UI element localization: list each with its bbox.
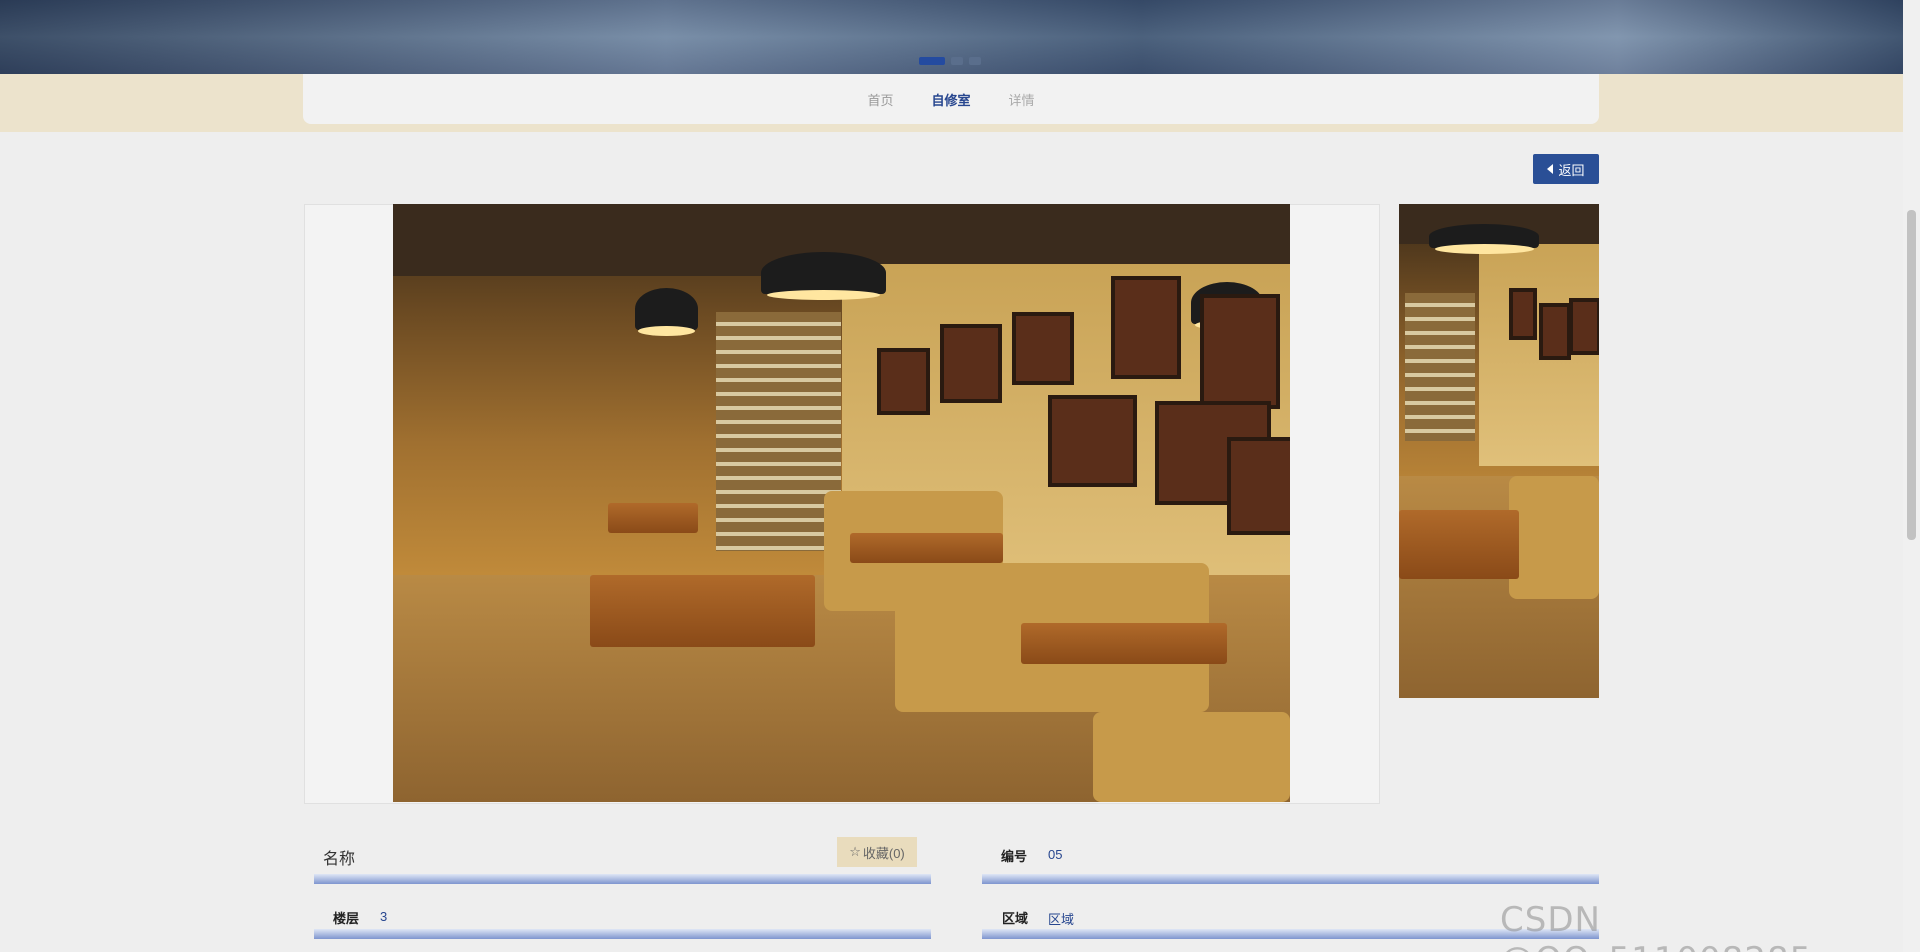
- thumbnail-photo[interactable]: [1399, 204, 1599, 698]
- carousel-indicators: [919, 57, 981, 65]
- scrollbar-thumb[interactable]: [1907, 210, 1916, 540]
- carousel-dot-2[interactable]: [951, 57, 963, 65]
- page: 首页 自修室 详情 返回 名称 ☆ 收藏(0) 编号 05 楼层 3 区域 区域…: [0, 0, 1920, 952]
- floor-value: 3: [380, 909, 388, 924]
- nav-home[interactable]: 首页: [867, 90, 893, 109]
- number-value: 05: [1048, 847, 1063, 862]
- carousel-dot-3[interactable]: [969, 57, 981, 65]
- back-button[interactable]: 返回: [1533, 154, 1599, 184]
- area-value: 区域: [1048, 912, 1075, 927]
- favorite-label: 收藏(0): [862, 845, 905, 861]
- nav-study-room[interactable]: 自修室: [931, 90, 970, 109]
- star-icon: ☆: [849, 844, 861, 859]
- area-label: 区域: [1002, 911, 1029, 926]
- main-photo[interactable]: [393, 204, 1290, 802]
- number-label: 编号: [1001, 849, 1028, 864]
- name-label: 名称: [323, 851, 356, 868]
- banner-carousel: [0, 0, 1903, 74]
- main-nav: 首页 自修室 详情: [303, 74, 1599, 124]
- watermark: CSDN @QQ_511008285: [1500, 900, 1811, 952]
- floor-label: 楼层: [333, 911, 360, 926]
- carousel-dot-1[interactable]: [919, 57, 945, 65]
- caret-left-icon: [1547, 164, 1554, 174]
- info-row-number: [982, 830, 1599, 884]
- nav-detail[interactable]: 详情: [1009, 90, 1035, 109]
- info-row-floor: [314, 893, 931, 939]
- favorite-button[interactable]: ☆ 收藏(0): [837, 837, 917, 867]
- back-button-label: 返回: [1558, 162, 1585, 178]
